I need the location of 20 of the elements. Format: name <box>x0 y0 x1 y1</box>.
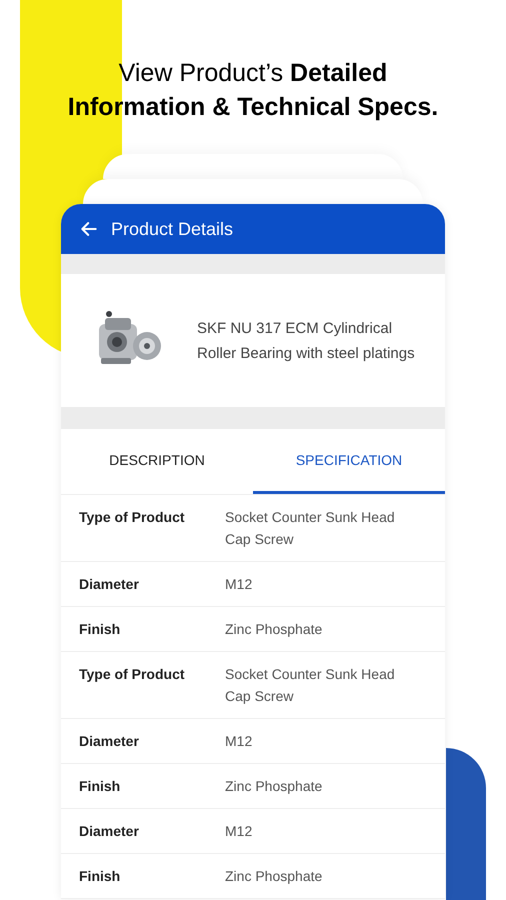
spec-value: Zinc Phosphate <box>225 867 324 886</box>
tab[interactable]: DESCRIPTION <box>61 429 253 494</box>
back-arrow-icon[interactable] <box>79 219 99 239</box>
screen-title: Product Details <box>111 218 234 240</box>
spec-label: Type of Product <box>79 665 186 684</box>
spec-label: Finish <box>79 620 122 639</box>
spec-value: Zinc Phosphate <box>225 777 324 796</box>
product-name: SKF NU 317 ECM Cylindrical Roller Bearing with steel platings <box>197 318 416 364</box>
spec-value: M12 <box>225 575 254 594</box>
spec-label: Diameter <box>79 732 140 751</box>
spec-value: M12 <box>225 822 254 841</box>
spec-value: Socket Counter Sunk Head Cap Screw <box>225 508 396 549</box>
spec-value: M12 <box>225 732 254 751</box>
spec-value: Socket Counter Sunk Head Cap Screw <box>225 665 396 706</box>
spec-label: Finish <box>79 777 122 796</box>
spec-value: Zinc Phosphate <box>225 620 324 639</box>
spec-label: Diameter <box>79 575 140 594</box>
spec-label: Type of Product <box>79 508 186 527</box>
spec-label: Finish <box>79 867 122 886</box>
spec-label: Diameter <box>79 822 140 841</box>
